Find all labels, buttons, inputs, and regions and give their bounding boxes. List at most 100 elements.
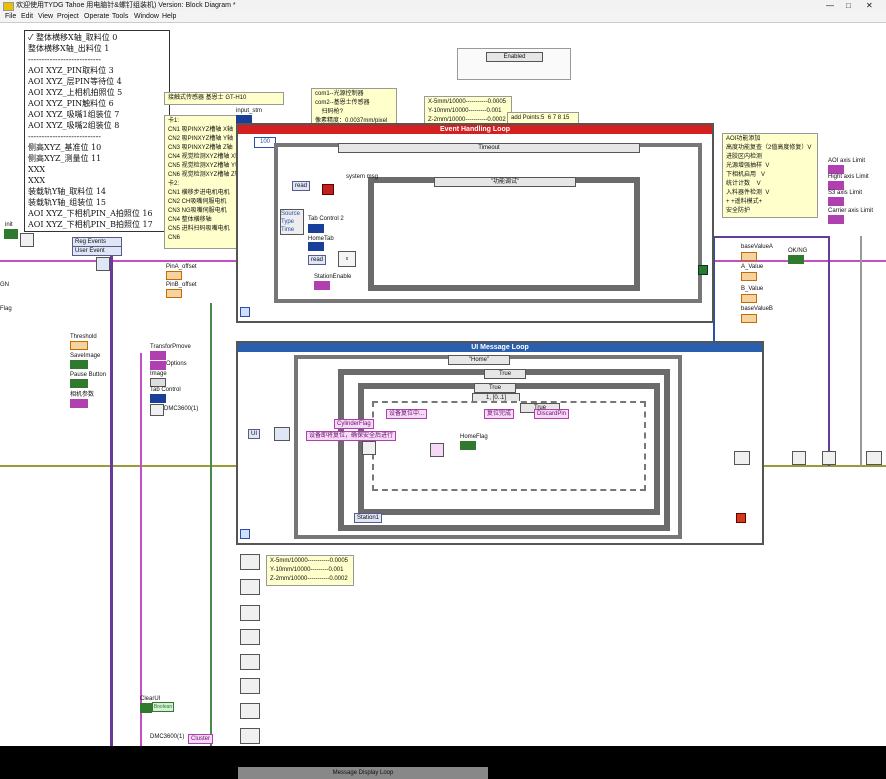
discard-pin-node[interactable]: DiscardPin: [534, 409, 570, 419]
compare-node[interactable]: x: [338, 251, 356, 267]
threshold-terminal[interactable]: [70, 341, 88, 350]
block-diagram-canvas[interactable]: ✓ 整体横移X轴_取料位 0 整体横移X轴_出料位 1 ------------…: [0, 23, 886, 779]
init-terminal[interactable]: [4, 229, 18, 239]
maximize-button[interactable]: □: [846, 0, 851, 11]
dmc2-label: DMC3600(1): [150, 734, 185, 740]
cluster-node[interactable]: Cluster: [188, 734, 214, 744]
read-node[interactable]: read: [292, 181, 311, 191]
lower-node-4[interactable]: [240, 629, 260, 645]
lower-node-1[interactable]: [240, 554, 260, 570]
menu-operate[interactable]: Operate: [84, 11, 109, 22]
ui-loop-stop-terminal[interactable]: [736, 513, 746, 523]
window-title: 欢迎使用TYDG Tahoe 用电脑针&螺钉组装机) Version: Bloc…: [16, 2, 236, 9]
grey-wire-right-v: [860, 236, 862, 466]
lower-node-5[interactable]: [240, 654, 260, 670]
sequence-frame[interactable]: True 设备复位中... 复位完成 DiscardPin HomeFlag: [372, 401, 646, 491]
true-case-2[interactable]: True 1, [0..1] True 设备复位中... 复位完成 Discar…: [358, 383, 660, 515]
saveimage-terminal[interactable]: [70, 360, 88, 369]
menu-project[interactable]: Project: [57, 11, 79, 22]
gn-label: GN: [0, 282, 9, 288]
ui-case-structure[interactable]: "Home" True True 1, [0..1] True 设备复位中...…: [294, 355, 682, 539]
ui-message-loop[interactable]: UI Message Loop "Home" True True 1, [0..…: [236, 341, 764, 545]
menu-tools[interactable]: Tools: [112, 11, 128, 22]
options-terminal[interactable]: [150, 361, 166, 370]
com-note: com1--光源控制器 com2--基恩士传感器 扫码枪? 像素精度：0.003…: [311, 88, 397, 128]
lower-node-3[interactable]: [240, 605, 260, 621]
dialog-icon[interactable]: [362, 441, 376, 455]
system-msg-label: system msg: [346, 174, 379, 180]
pause-label: Pause Button: [70, 372, 107, 378]
user-event-icon[interactable]: [96, 257, 110, 271]
xyz-note-bottom: X-5mm/10000-----------0.0005 Y-10mm/1000…: [266, 555, 354, 586]
ok-ng-terminal[interactable]: [788, 255, 804, 264]
transfer-terminal[interactable]: [150, 351, 166, 360]
enabled-selector[interactable]: Enabled: [486, 52, 543, 62]
camera-param-terminal[interactable]: [70, 399, 88, 408]
timeout-count[interactable]: 100: [254, 137, 276, 148]
base-a-terminal[interactable]: [741, 252, 757, 261]
tab-control2-label: Tab Control 2: [308, 216, 344, 222]
station1-node[interactable]: Station1: [354, 513, 383, 523]
dev-reset-node[interactable]: 设备复位中...: [386, 409, 428, 419]
b-value-terminal[interactable]: [741, 294, 757, 303]
pina-terminal[interactable]: [166, 271, 182, 280]
lower-node-6[interactable]: [240, 678, 260, 694]
ok-ng-label: OK/NG: [788, 248, 808, 254]
hometab-terminal[interactable]: [308, 242, 324, 251]
aoi-limit-label: AOI axis Limit: [828, 158, 866, 164]
dmc-label: DMC3600(1): [164, 406, 199, 412]
menu-file[interactable]: File: [5, 11, 16, 22]
carrier-limit-terminal[interactable]: [828, 215, 844, 224]
base-b-terminal[interactable]: [741, 314, 757, 323]
pinb-terminal[interactable]: [166, 289, 182, 298]
loop-stop-terminal[interactable]: [698, 265, 708, 275]
user-event-node[interactable]: User Event: [72, 246, 122, 256]
menu-window[interactable]: Window: [134, 11, 159, 22]
pause-terminal[interactable]: [70, 379, 88, 388]
menu-edit[interactable]: Edit: [21, 11, 33, 22]
tab-control2-terminal[interactable]: [308, 224, 324, 233]
event-case-selector[interactable]: Timeout: [338, 143, 640, 153]
true-case-1[interactable]: True True 1, [0..1] True 设备复位中... 复位完成 D…: [338, 369, 670, 531]
s3-limit-terminal[interactable]: [828, 197, 844, 206]
event-structure[interactable]: Timeout "功能调试" read system msg Source Ty…: [274, 143, 702, 303]
pos-3: AOI XYZ_PIN取料位 3: [28, 66, 114, 75]
reset-msg-node[interactable]: 设备即将复位，确保安全后进行: [306, 431, 397, 441]
dequeue-icon[interactable]: [274, 427, 290, 441]
lower-node-2[interactable]: [240, 579, 260, 595]
function-case-selector[interactable]: "功能调试": [434, 177, 576, 187]
boolean-node[interactable]: Boolean: [152, 702, 174, 712]
lower-node-8[interactable]: [240, 728, 260, 744]
station-enable-terminal[interactable]: [314, 281, 330, 290]
event-data-node[interactable]: Source Type Time: [280, 209, 304, 235]
init-node[interactable]: [20, 233, 34, 247]
reset-done-node[interactable]: 复位完成: [484, 409, 515, 419]
error-out-icon[interactable]: [866, 451, 882, 465]
true-selector-2[interactable]: True: [474, 383, 516, 393]
menu-help[interactable]: Help: [162, 11, 176, 22]
cylinder-flag-node[interactable]: CylinderFlag: [334, 419, 374, 429]
error-handler-icon[interactable]: [430, 443, 444, 457]
inner-case-structure[interactable]: "功能调试": [368, 177, 640, 291]
pos-10: 侧高XYZ_基准位 10: [28, 143, 102, 152]
pos-11: 侧高XYZ_测量位 11: [28, 154, 102, 163]
ui-tag-node[interactable]: UI: [248, 429, 260, 439]
lower-node-7[interactable]: [240, 703, 260, 719]
true-selector-1[interactable]: True: [484, 369, 526, 379]
merge-error-icon[interactable]: [792, 451, 806, 465]
minimize-button[interactable]: —: [826, 0, 834, 11]
dmc-icon[interactable]: [150, 404, 164, 416]
event-loop-header: Event Handling Loop: [238, 125, 712, 134]
a-value-terminal[interactable]: [741, 272, 757, 281]
event-handling-loop[interactable]: Event Handling Loop 100 Timeout "功能调试" r…: [236, 123, 714, 323]
tab-control-terminal[interactable]: [150, 394, 166, 403]
camera-param-label: 相机参数: [70, 392, 95, 398]
home-case-selector[interactable]: "Home": [448, 355, 510, 365]
close-ref-icon[interactable]: [822, 451, 836, 465]
clearui-terminal[interactable]: [140, 703, 152, 713]
close-button[interactable]: ✕: [866, 0, 873, 11]
release-queue-icon[interactable]: [734, 451, 750, 465]
read2-node[interactable]: read: [308, 255, 327, 265]
menu-view[interactable]: View: [38, 11, 53, 22]
homeflag-terminal[interactable]: [460, 441, 476, 450]
